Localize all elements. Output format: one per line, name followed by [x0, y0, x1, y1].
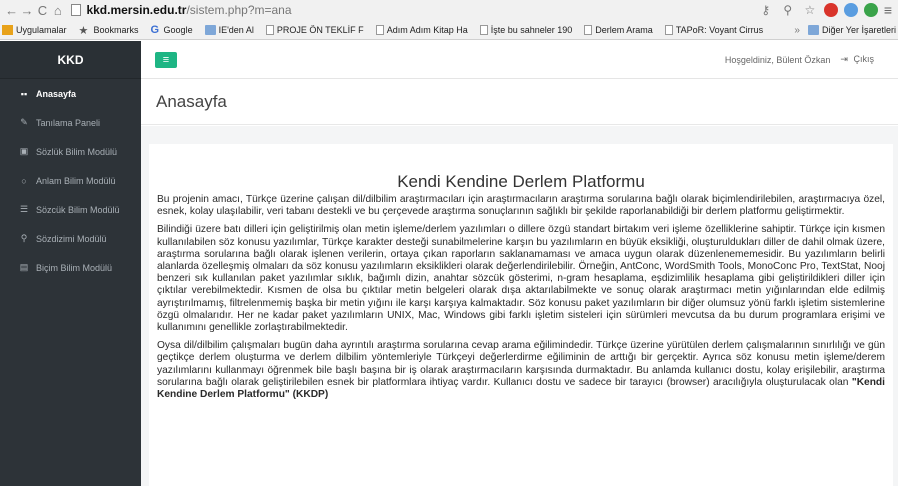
sidebar-item-label: Anlam Bilim Modülü: [36, 175, 116, 186]
logout-icon: ⇥: [840, 54, 848, 64]
bookmark-proje[interactable]: PROJE ÖN TEKLİF F: [265, 25, 364, 35]
extension-green-icon[interactable]: [863, 3, 878, 17]
url-host: kkd.mersin.edu.tr: [86, 3, 187, 17]
sidebar-item-label: Anasayfa: [36, 88, 77, 99]
bookmarks-overflow-icon[interactable]: »: [794, 25, 800, 36]
bookmark-kitap[interactable]: Adım Adım Kitap Ha: [375, 25, 468, 35]
menu-icon[interactable]: ≡: [884, 2, 892, 18]
home-icon[interactable]: ⌂: [50, 1, 65, 19]
top-bar: ≡ Hoşgeldiniz, Bülent Özkan ⇥ Çıkış: [141, 41, 898, 79]
folder-icon: [807, 25, 819, 35]
sidebar-item-anlam[interactable]: ○ Anlam Bilim Modülü: [0, 166, 141, 195]
key-icon[interactable]: ⚷: [758, 3, 774, 17]
sidebar-item-sozluk[interactable]: ▣ Sözlük Bilim Modülü: [0, 137, 141, 166]
sidebar-item-label: Sözdizimi Modülü: [36, 233, 107, 244]
sidebar-item-bicim[interactable]: ▤ Biçim Bilim Modülü: [0, 253, 141, 282]
paragraph-3-text: Oysa dil/dilbilim çalışmaları bugün daha…: [157, 340, 885, 388]
page-icon: [71, 4, 82, 16]
bookmark-apps[interactable]: Uygulamalar: [2, 25, 67, 35]
page-icon: [375, 25, 384, 35]
sidebar-item-label: Sözlük Bilim Modülü: [36, 146, 118, 157]
google-icon: G: [150, 24, 160, 36]
bookmark-star-icon[interactable]: ☆: [802, 3, 818, 17]
list-icon: ☰: [19, 204, 29, 214]
welcome-text: Hoşgeldiniz, Bülent Özkan: [724, 54, 831, 65]
extension-icons: ⚷ ⚲ ☆ ≡: [758, 2, 892, 18]
circle-icon: ○: [21, 175, 27, 186]
address-row: ← → C ⌂ kkd.mersin.edu.tr /sistem.php?m=…: [0, 0, 898, 20]
sidebar-item-label: Tanılama Paneli: [36, 117, 101, 128]
logout-label: Çıkış: [853, 54, 874, 64]
paragraph-3: Oysa dil/dilbilim çalışmaları bugün daha…: [157, 340, 885, 401]
folder-icon: [204, 25, 216, 35]
page-header: Anasayfa: [141, 80, 898, 125]
logout-link[interactable]: ⇥ Çıkış: [840, 54, 874, 65]
other-bookmarks[interactable]: » Diğer Yer İşaretleri: [794, 25, 896, 36]
share-icon: ⚲: [20, 233, 28, 243]
bookmark-bookmarks[interactable]: ★ Bookmarks: [79, 24, 139, 37]
sidebar-item-anasayfa[interactable]: ▪▪ Anasayfa: [0, 79, 141, 108]
sidebar-nav: ▪▪ Anasayfa ✎ Tanılama Paneli ▣ Sözlük B…: [0, 79, 141, 282]
zoom-icon[interactable]: ⚲: [780, 3, 796, 17]
sidebar-item-sozcuk[interactable]: ☰ Sözcük Bilim Modülü: [0, 195, 141, 224]
paragraph-1: Bu projenin amacı, Türkçe üzerine çalışa…: [157, 194, 885, 218]
main-content: Kendi Kendine Derlem Platformu Bu projen…: [141, 126, 898, 486]
paragraph-2: Bilindiği üzere batı dilleri için gelişt…: [157, 224, 885, 334]
user-area: Hoşgeldiniz, Bülent Özkan ⇥ Çıkış: [725, 54, 874, 65]
menu-toggle-button[interactable]: ≡: [155, 52, 177, 68]
book-icon: ▣: [19, 146, 29, 156]
extension-red-icon[interactable]: [823, 3, 838, 17]
bookmark-sahneler[interactable]: İşte bu sahneler 190: [479, 25, 572, 35]
forward-icon[interactable]: →: [19, 1, 34, 19]
reload-icon[interactable]: C: [35, 1, 50, 19]
bookmark-google[interactable]: G Google: [151, 24, 193, 36]
page-icon: [265, 25, 274, 35]
sidebar-item-label: Biçim Bilim Modülü: [36, 262, 113, 273]
file-icon: ▤: [19, 262, 29, 272]
sidebar: KKD ▪▪ Anasayfa ✎ Tanılama Paneli ▣ Sözl…: [0, 41, 141, 486]
sidebar-item-tanilama[interactable]: ✎ Tanılama Paneli: [0, 108, 141, 137]
bookmark-derlem[interactable]: Derlem Arama: [584, 25, 653, 35]
back-icon[interactable]: ←: [4, 1, 19, 19]
bookmark-ie[interactable]: IE'den Al: [204, 25, 254, 35]
extension-blue-icon[interactable]: [843, 3, 858, 17]
intro-panel: Kendi Kendine Derlem Platformu Bu projen…: [149, 144, 893, 486]
bookmark-tapor[interactable]: TAPoR: Voyant Cirrus: [664, 25, 763, 35]
page-icon: [664, 25, 673, 35]
hamburger-icon: ≡: [162, 54, 170, 66]
apps-icon: [2, 25, 13, 35]
bookmarks-bar: Uygulamalar ★ Bookmarks G Google IE'den …: [0, 20, 898, 40]
sidebar-item-sozdizimi[interactable]: ⚲ Sözdizimi Modülü: [0, 224, 141, 253]
sidebar-item-label: Sözcük Bilim Modülü: [36, 204, 120, 215]
grid-icon: ▪▪: [20, 88, 28, 99]
brand-logo[interactable]: KKD: [0, 41, 141, 79]
pencil-icon: ✎: [20, 117, 28, 127]
url-path: /sistem.php?m=ana: [186, 3, 292, 17]
address-bar[interactable]: kkd.mersin.edu.tr /sistem.php?m=ana: [71, 1, 757, 19]
panel-title: Kendi Kendine Derlem Platformu: [397, 172, 645, 191]
page-icon: [584, 25, 593, 35]
page-icon: [479, 25, 488, 35]
browser-chrome: ← → C ⌂ kkd.mersin.edu.tr /sistem.php?m=…: [0, 0, 898, 40]
star-icon: ★: [78, 24, 89, 37]
page-title: Anasayfa: [156, 92, 227, 111]
